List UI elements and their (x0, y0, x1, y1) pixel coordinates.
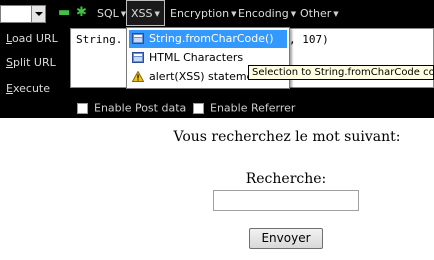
menu-encryption[interactable]: Encryption ▼ (170, 0, 236, 28)
caret-down-icon: ▼ (290, 10, 297, 18)
menu-sql-label: SQL (97, 7, 119, 20)
referrer-checkbox[interactable] (193, 102, 204, 114)
url-text-end: , 107) (289, 33, 329, 46)
execute-label: xecute (12, 82, 50, 95)
menu-other[interactable]: Other ▼ (300, 0, 339, 28)
menu-encoding[interactable]: Encoding ▼ (238, 0, 296, 28)
split-url-label: plit URL (12, 56, 56, 69)
menu-encoding-label: Encoding (238, 7, 289, 20)
xss-item-fromcharcode[interactable]: String.fromCharCode() (129, 30, 287, 48)
url-text-start: String. (76, 33, 123, 46)
load-url-button[interactable]: Load URL (6, 32, 58, 45)
split-url-mnemonic: S (6, 56, 13, 69)
caret-down-icon: ▼ (333, 10, 339, 18)
enable-post-option[interactable]: Enable Post data (77, 101, 186, 117)
menu-encryption-label: Encryption (170, 7, 230, 20)
execute-button[interactable]: Execute (6, 82, 50, 95)
asterisk-icon[interactable]: ✱ (76, 6, 87, 20)
execute-mnemonic: E (6, 82, 13, 95)
search-label: Recherche: (245, 171, 327, 187)
menu-other-label: Other (300, 7, 332, 20)
search-input[interactable] (213, 190, 359, 211)
caret-down-icon: ▼ (231, 10, 237, 18)
xss-item-label: HTML Characters (149, 51, 244, 64)
chevron-down-icon[interactable] (31, 6, 45, 22)
menu-tooltip: Selection to String.fromCharCode conv (248, 65, 434, 80)
function-icon (132, 33, 144, 44)
function-icon (132, 52, 144, 63)
post-data-label: Enable Post data (94, 101, 187, 115)
load-url-label: oad URL (11, 32, 58, 45)
minus-icon[interactable]: ▬ (58, 6, 70, 20)
page-heading: Vous recherchez le mot suivant: (173, 129, 401, 145)
menu-xss-label: XSS (131, 7, 153, 20)
menu-xss[interactable]: XSS ▼ (126, 0, 165, 26)
submit-button[interactable]: Envoyer (249, 228, 323, 249)
url-select[interactable] (0, 5, 46, 23)
referrer-label: Enable Referrer (210, 101, 296, 115)
caret-down-icon: ▼ (154, 10, 160, 18)
hackbar-menubar: ▬ ✱ SQL ▼ XSS ▼ Encryption ▼ Encoding ▼ Othe… (0, 0, 434, 28)
menu-sql[interactable]: SQL ▼ (97, 0, 126, 28)
post-data-checkbox[interactable] (77, 102, 88, 114)
split-url-button[interactable]: Split URL (6, 56, 56, 69)
enable-referrer-option[interactable]: Enable Referrer (193, 101, 295, 117)
page-content: Vous recherchez le mot suivant: Recherch… (0, 118, 434, 260)
xss-item-label: String.fromCharCode() (149, 32, 274, 45)
warning-icon (132, 71, 144, 82)
